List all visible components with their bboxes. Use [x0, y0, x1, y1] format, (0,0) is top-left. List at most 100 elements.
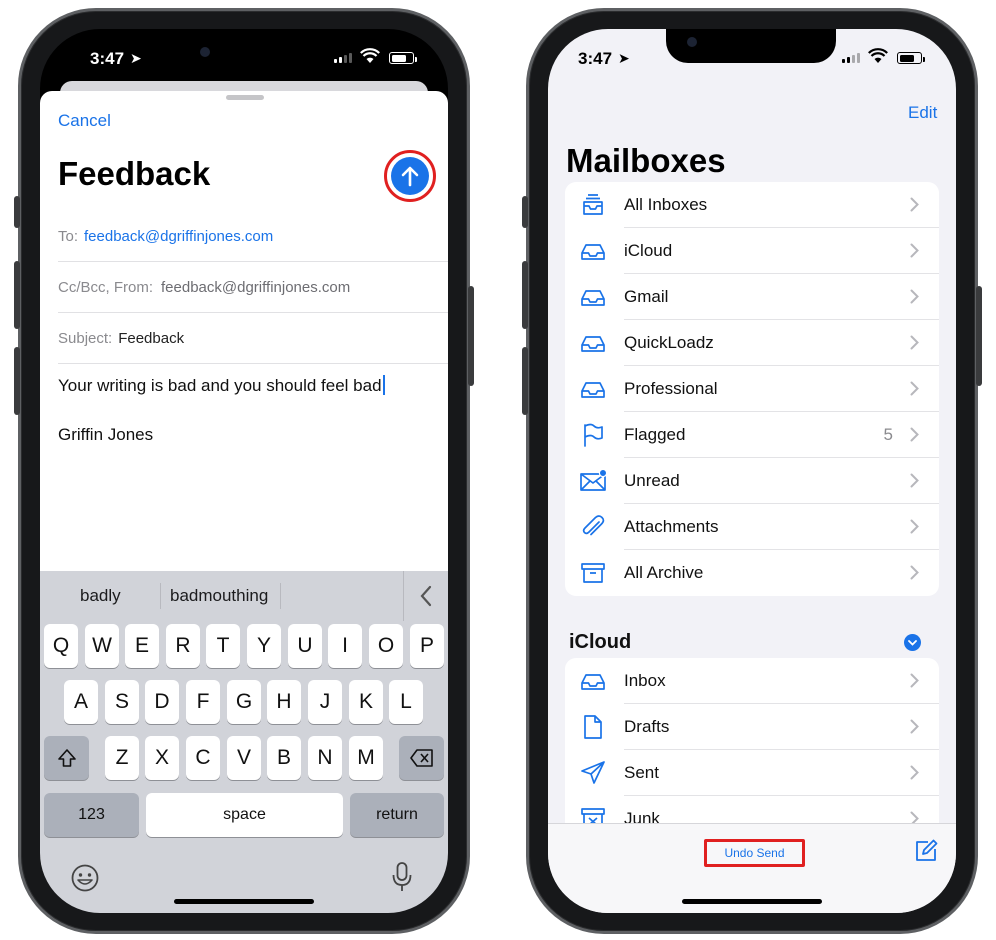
side-button	[468, 286, 474, 386]
chevron-right-icon	[910, 197, 919, 212]
phone-compose: 3:47 ➤ Cancel Feedback To: feedback@dgri…	[14, 8, 474, 934]
mailbox-row-junk[interactable]: Junk	[565, 796, 939, 824]
signature-line[interactable]: Griffin Jones	[58, 425, 153, 445]
microphone-icon[interactable]	[390, 861, 414, 893]
key-q[interactable]: Q	[44, 624, 78, 668]
key-a[interactable]: A	[64, 680, 98, 724]
collapse-section-icon[interactable]	[904, 634, 921, 651]
key-i[interactable]: I	[328, 624, 362, 668]
suggestion-divider	[280, 583, 281, 609]
section-title[interactable]: iCloud	[569, 631, 631, 654]
side-button	[522, 196, 528, 228]
key-w[interactable]: W	[85, 624, 119, 668]
compose-title: Feedback	[58, 155, 211, 192]
edit-button[interactable]: Edit	[908, 103, 937, 123]
chevron-right-icon	[910, 519, 919, 534]
status-time: 3:47	[90, 49, 125, 68]
chevron-right-icon	[910, 719, 919, 734]
key-v[interactable]: V	[227, 736, 261, 780]
subject-value[interactable]: Feedback	[118, 330, 184, 347]
mailbox-row-attachments[interactable]: Attachments	[565, 504, 939, 550]
key-f[interactable]: F	[186, 680, 220, 724]
mailbox-label: Sent	[624, 763, 659, 782]
archive-box-icon	[579, 559, 607, 587]
mailboxes-screen: 3:47 ➤ Edit Mailboxes All Inboxes iCloud…	[548, 29, 956, 913]
inbox-tray-icon	[579, 667, 607, 695]
all-inboxes-icon	[579, 191, 607, 219]
phone-mailboxes: 3:47 ➤ Edit Mailboxes All Inboxes iCloud…	[522, 8, 982, 934]
undo-send-button[interactable]: Undo Send	[704, 839, 805, 867]
key-c[interactable]: C	[186, 736, 220, 780]
mailbox-row-all-inboxes[interactable]: All Inboxes	[565, 182, 939, 228]
compose-icon[interactable]	[914, 839, 938, 863]
home-indicator[interactable]	[682, 899, 822, 904]
return-key[interactable]: return	[350, 793, 444, 837]
subject-field[interactable]: Subject: Feedback	[58, 314, 448, 364]
key-y[interactable]: Y	[247, 624, 281, 668]
key-z[interactable]: Z	[105, 736, 139, 780]
emoji-icon[interactable]	[70, 863, 100, 893]
key-r[interactable]: R	[166, 624, 200, 668]
key-k[interactable]: K	[349, 680, 383, 724]
key-n[interactable]: N	[308, 736, 342, 780]
send-button-highlight	[384, 150, 436, 202]
key-p[interactable]: P	[410, 624, 444, 668]
compose-sheet: Cancel Feedback To: feedback@dgriffinjon…	[40, 91, 448, 571]
key-m[interactable]: M	[349, 736, 383, 780]
suggestion-item[interactable]: badmouthing	[170, 586, 268, 606]
key-x[interactable]: X	[145, 736, 179, 780]
mailbox-row-drafts[interactable]: Drafts	[565, 704, 939, 750]
collapse-suggestions-button[interactable]	[403, 571, 448, 621]
cc-bcc-from-field[interactable]: Cc/Bcc, From: feedback@dgriffinjones.com	[58, 263, 448, 313]
key-s[interactable]: S	[105, 680, 139, 724]
key-j[interactable]: J	[308, 680, 342, 724]
key-b[interactable]: B	[267, 736, 301, 780]
delete-key[interactable]	[399, 736, 444, 780]
message-body-line[interactable]: Your writing is bad and you should feel …	[58, 375, 385, 396]
key-o[interactable]: O	[369, 624, 403, 668]
mailbox-label: All Archive	[624, 563, 704, 582]
location-arrow-icon: ➤	[130, 50, 142, 66]
mailbox-row-inbox[interactable]: Inbox	[565, 658, 939, 704]
mailbox-label: Flagged	[624, 425, 686, 444]
cc-bcc-from-label: Cc/Bcc, From:	[58, 279, 154, 296]
key-h[interactable]: H	[267, 680, 301, 724]
key-l[interactable]: L	[389, 680, 423, 724]
side-button	[522, 347, 528, 415]
mailbox-label: Junk	[624, 809, 660, 824]
to-field[interactable]: To: feedback@dgriffinjones.com	[58, 212, 448, 262]
mailbox-row-flagged[interactable]: Flagged 5	[565, 412, 939, 458]
paper-plane-icon	[579, 759, 607, 787]
to-recipient[interactable]: feedback@dgriffinjones.com	[84, 228, 273, 245]
from-address[interactable]: feedback@dgriffinjones.com	[161, 279, 350, 296]
key-g[interactable]: G	[227, 680, 261, 724]
mailbox-row-unread[interactable]: Unread	[565, 458, 939, 504]
shift-key[interactable]	[44, 736, 89, 780]
inbox-tray-icon	[579, 283, 607, 311]
document-icon	[579, 713, 607, 741]
key-d[interactable]: D	[145, 680, 179, 724]
mailbox-row-icloud[interactable]: iCloud	[565, 228, 939, 274]
home-indicator[interactable]	[174, 899, 314, 904]
key-e[interactable]: E	[125, 624, 159, 668]
space-key[interactable]: space	[146, 793, 343, 837]
mailbox-row-professional[interactable]: Professional	[565, 366, 939, 412]
send-button[interactable]	[391, 157, 429, 195]
key-t[interactable]: T	[206, 624, 240, 668]
key-u[interactable]: U	[288, 624, 322, 668]
chevron-right-icon	[910, 289, 919, 304]
battery-icon	[389, 52, 417, 64]
sheet-grabber[interactable]	[226, 95, 264, 100]
mailbox-row-sent[interactable]: Sent	[565, 750, 939, 796]
suggestion-item[interactable]: badly	[80, 586, 121, 606]
chevron-right-icon	[910, 381, 919, 396]
mailbox-label: All Inboxes	[624, 195, 708, 214]
mailbox-row-quickloadz[interactable]: QuickLoadz	[565, 320, 939, 366]
mailbox-row-all-archive[interactable]: All Archive	[565, 550, 939, 596]
cancel-button[interactable]: Cancel	[58, 111, 111, 131]
inbox-tray-icon	[579, 329, 607, 357]
mailbox-row-gmail[interactable]: Gmail	[565, 274, 939, 320]
status-bar: 3:47 ➤	[40, 29, 448, 81]
numbers-key[interactable]: 123	[44, 793, 139, 837]
mailbox-group: All Inboxes iCloud Gmail QuickLoadz Prof…	[565, 182, 939, 596]
